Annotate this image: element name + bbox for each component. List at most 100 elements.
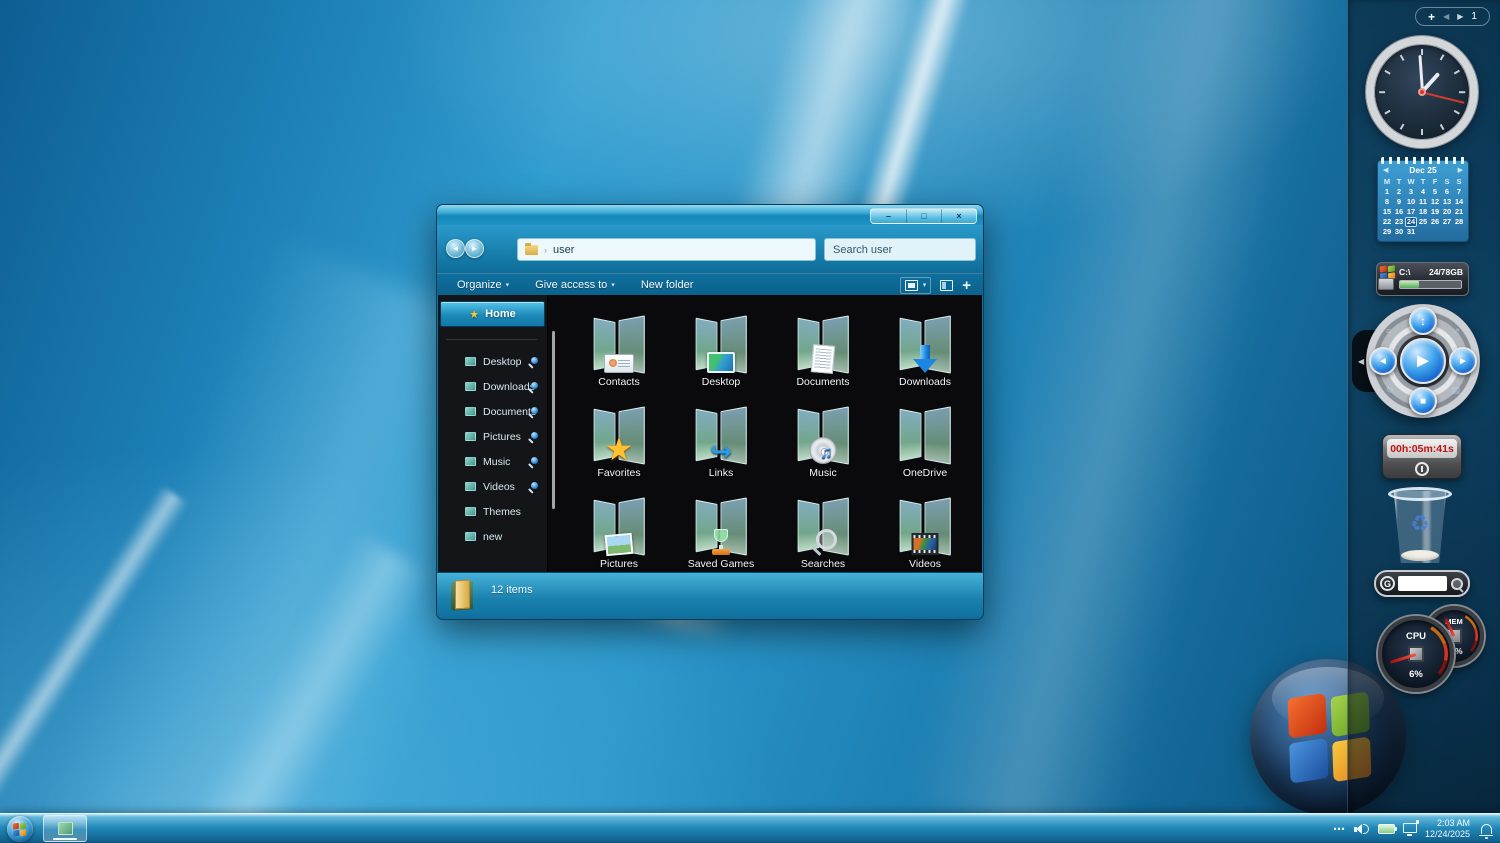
calendar-next-button[interactable]: ▶ xyxy=(1458,166,1463,174)
library-icon[interactable]: ▤ xyxy=(1451,385,1460,396)
calendar-day[interactable]: 20 xyxy=(1441,207,1453,217)
calendar-day[interactable]: 15 xyxy=(1381,207,1393,217)
forward-button[interactable]: ► xyxy=(465,239,484,258)
repeat-icon[interactable]: ↻ xyxy=(1386,385,1394,396)
volume-icon[interactable] xyxy=(1353,823,1370,836)
hidden-icons-button[interactable]: ⋯ xyxy=(1333,822,1346,836)
sidebar-item-pictures[interactable]: Pictures xyxy=(438,424,547,449)
drive-meter-gadget[interactable]: C:\ 24/78GB xyxy=(1376,262,1469,296)
expand-ribbon-button[interactable]: + xyxy=(962,277,971,294)
back-button[interactable]: ◄ xyxy=(446,239,465,258)
calendar-day[interactable]: 31 xyxy=(1405,227,1417,237)
file-item-links[interactable]: ↪ Links xyxy=(670,388,772,479)
preview-pane-button[interactable] xyxy=(940,279,954,291)
gadget-search-input[interactable] xyxy=(1398,576,1447,591)
file-item-onedrive[interactable]: OneDrive xyxy=(874,388,976,479)
sidebar-item-desktop[interactable]: Desktop xyxy=(438,349,547,374)
file-item-pictures[interactable]: Pictures xyxy=(568,479,670,570)
calendar-day[interactable]: 10 xyxy=(1405,197,1417,207)
calendar-day[interactable]: 2 xyxy=(1393,187,1405,197)
calendar-day[interactable]: 19 xyxy=(1429,207,1441,217)
calendar-day[interactable]: 21 xyxy=(1453,207,1465,217)
file-item-favorites[interactable]: ★ Favorites xyxy=(568,388,670,479)
file-item-searches[interactable]: Searches xyxy=(772,479,874,570)
calendar-day[interactable]: 11 xyxy=(1417,197,1429,207)
next-button[interactable]: ► xyxy=(1449,347,1477,375)
calendar-day[interactable]: 26 xyxy=(1429,217,1441,227)
page-next-button[interactable]: ▶ xyxy=(1457,12,1463,21)
minimize-button[interactable]: – xyxy=(871,209,906,223)
search-box[interactable] xyxy=(824,238,976,261)
views-dropdown[interactable]: ▾ xyxy=(923,281,927,289)
sidebar-item-videos[interactable]: Videos xyxy=(438,474,547,499)
calendar-day[interactable]: 3 xyxy=(1405,187,1417,197)
calendar-day[interactable]: 22 xyxy=(1381,217,1393,227)
start-button[interactable] xyxy=(7,816,33,842)
calendar-day[interactable]: 13 xyxy=(1441,197,1453,207)
search-gadget[interactable]: G xyxy=(1374,570,1470,597)
breadcrumb-path[interactable]: user xyxy=(553,244,574,256)
recycle-bin[interactable]: ♻ xyxy=(1388,487,1452,563)
sidebar-item-new[interactable]: new xyxy=(438,524,547,549)
calendar-day[interactable]: 12 xyxy=(1429,197,1441,207)
search-input[interactable] xyxy=(825,239,975,260)
network-icon[interactable] xyxy=(1402,819,1419,836)
scrollbar[interactable] xyxy=(552,331,555,509)
calendar-day[interactable]: 9 xyxy=(1393,197,1405,207)
calendar-day[interactable]: 16 xyxy=(1393,207,1405,217)
file-item-videos[interactable]: Videos xyxy=(874,479,976,570)
new-folder-button[interactable]: New folder xyxy=(641,279,694,291)
timer-power-icon[interactable] xyxy=(1415,462,1429,476)
calendar-day[interactable]: 1 xyxy=(1381,187,1393,197)
calendar-day[interactable]: 4 xyxy=(1417,187,1429,197)
sidebar-item-themes[interactable]: Themes xyxy=(438,499,547,524)
calendar-day[interactable]: 30 xyxy=(1393,227,1405,237)
calendar-day[interactable]: 23 xyxy=(1393,217,1405,227)
calendar-day[interactable]: 14 xyxy=(1453,197,1465,207)
calendar-day[interactable]: 18 xyxy=(1417,207,1429,217)
calendar-day[interactable]: 6 xyxy=(1441,187,1453,197)
sidebar-item-music[interactable]: Music xyxy=(438,449,547,474)
play-button[interactable]: ► xyxy=(1400,338,1446,384)
calendar-day[interactable]: 29 xyxy=(1381,227,1393,237)
sidebar-item-documents[interactable]: Documents xyxy=(438,399,547,424)
page-prev-button[interactable]: ◀ xyxy=(1443,12,1449,21)
timer-gadget[interactable]: 00h:05m:41s xyxy=(1382,434,1462,479)
calendar-gadget[interactable]: ◀ Dec 25 ▶ M T W T F S S 1 2 3 4 5 6 7 8 9 10 11 12 13 14 15 1… xyxy=(1377,157,1469,242)
sidebar-item-downloads[interactable]: Downloads xyxy=(438,374,547,399)
clock-gadget[interactable] xyxy=(1366,36,1478,148)
battery-icon[interactable] xyxy=(1377,824,1397,834)
file-item-downloads[interactable]: Downloads xyxy=(874,297,976,388)
calendar-day[interactable]: 24 xyxy=(1405,217,1417,227)
open-icon[interactable]: ↗ xyxy=(1452,326,1460,337)
address-bar[interactable]: › user xyxy=(517,238,816,261)
file-item-desktop[interactable]: Desktop xyxy=(670,297,772,388)
organize-button[interactable]: Organize ▾ xyxy=(457,279,509,291)
taskbar-item-explorer[interactable] xyxy=(43,815,87,842)
magnifier-icon[interactable] xyxy=(1450,577,1464,591)
media-player-gadget[interactable]: ≡ ↗ ↻ ▤ ↕ ◄ ► ► ■ xyxy=(1366,304,1480,418)
maximize-button[interactable]: □ xyxy=(906,209,941,223)
give-access-button[interactable]: Give access to ▾ xyxy=(535,279,615,291)
previous-button[interactable]: ◄ xyxy=(1369,347,1397,375)
playlist-icon[interactable]: ≡ xyxy=(1386,326,1391,336)
file-item-contacts[interactable]: Contacts xyxy=(568,297,670,388)
file-item-saved-games[interactable]: Saved Games xyxy=(670,479,772,570)
calendar-day[interactable]: 8 xyxy=(1381,197,1393,207)
calendar-day[interactable]: 7 xyxy=(1453,187,1465,197)
views-icon[interactable] xyxy=(904,279,918,291)
add-gadget-button[interactable]: + xyxy=(1428,10,1435,24)
sidebar-pager[interactable]: + ◀ ▶ 1 xyxy=(1415,7,1490,26)
calendar-prev-button[interactable]: ◀ xyxy=(1383,166,1388,174)
taskbar-clock[interactable]: 2:03 AM 12/24/2025 xyxy=(1425,818,1470,840)
cpu-gauge-gadget[interactable]: CPU 6% xyxy=(1378,616,1454,692)
stop-button[interactable]: ■ xyxy=(1409,387,1437,415)
file-item-documents[interactable]: Documents xyxy=(772,297,874,388)
volume-button[interactable]: ↕ xyxy=(1409,307,1437,335)
close-button[interactable]: × xyxy=(941,209,976,223)
calendar-day[interactable]: 17 xyxy=(1405,207,1417,217)
calendar-day[interactable]: 28 xyxy=(1453,217,1465,227)
sidebar-item-home[interactable]: ★ Home xyxy=(440,301,545,327)
notification-bell-icon[interactable] xyxy=(1479,824,1493,839)
calendar-day[interactable]: 27 xyxy=(1441,217,1453,227)
